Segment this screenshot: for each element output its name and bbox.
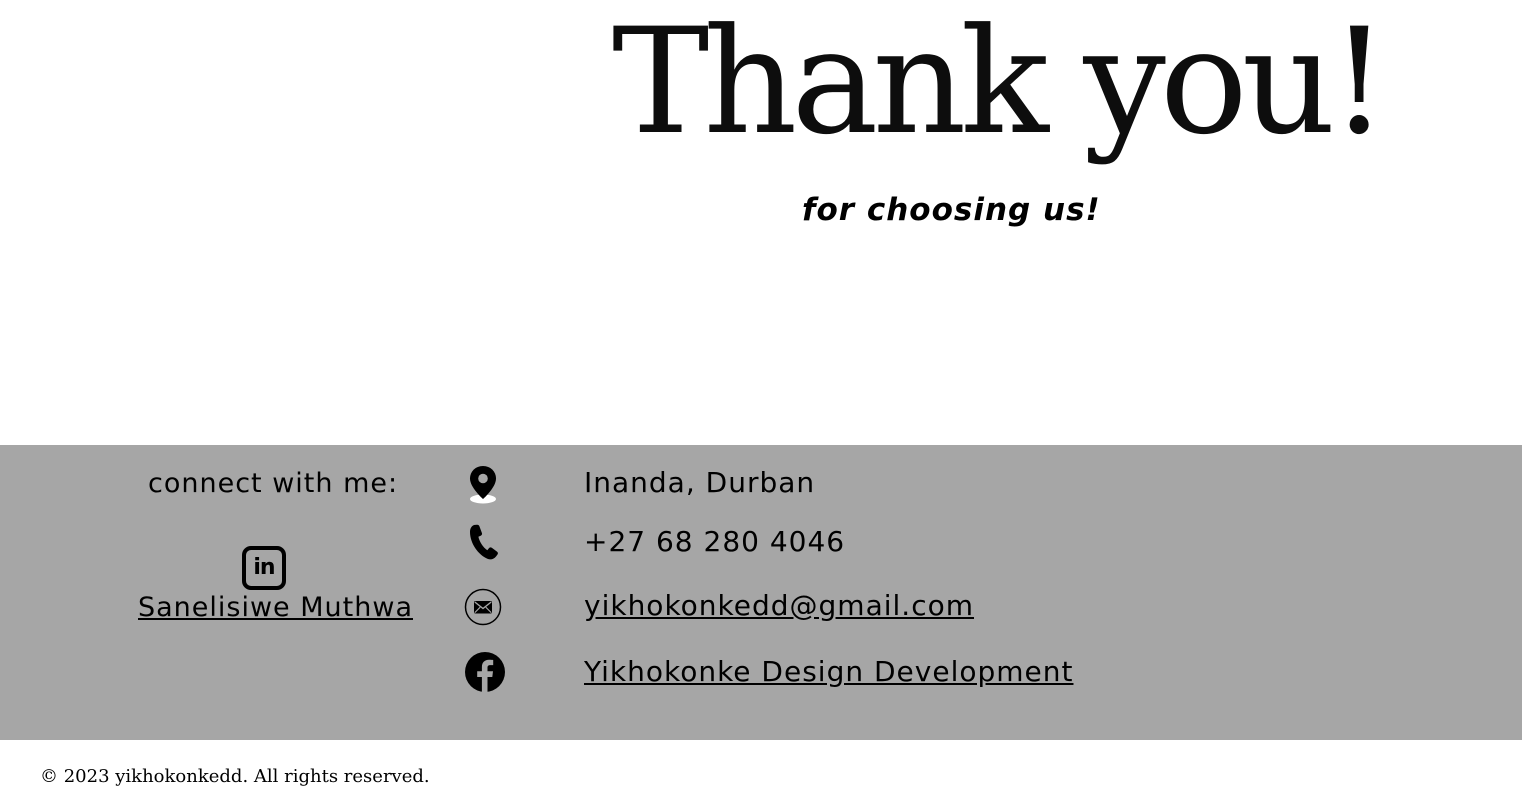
linkedin-icon-text: in bbox=[253, 555, 275, 580]
connect-heading: connect with me: bbox=[148, 468, 399, 499]
location-text: Inanda, Durban bbox=[584, 466, 816, 499]
facebook-link[interactable]: Yikhokonke Design Development bbox=[584, 654, 1073, 690]
envelope-icon bbox=[464, 588, 502, 626]
thank-you-subtitle: for choosing us! bbox=[802, 192, 1101, 228]
email-link[interactable]: yikhokonkedd@gmail.com bbox=[584, 588, 974, 624]
phone-text: +27 68 280 4046 bbox=[584, 525, 846, 558]
linkedin-icon[interactable]: in bbox=[242, 546, 286, 590]
facebook-icon[interactable] bbox=[464, 651, 506, 693]
linkedin-name-link[interactable]: Sanelisiwe Muthwa bbox=[138, 591, 413, 625]
hero-section: Thank you! for choosing us! bbox=[0, 0, 1522, 445]
location-pin-icon bbox=[470, 466, 496, 504]
thank-you-title: Thank you! bbox=[612, 0, 1388, 167]
copyright-text: © 2023 yikhokonkedd. All rights reserved… bbox=[40, 766, 430, 787]
phone-icon bbox=[470, 524, 498, 560]
contact-footer: connect with me: in Sanelisiwe Muthwa In… bbox=[0, 445, 1522, 740]
